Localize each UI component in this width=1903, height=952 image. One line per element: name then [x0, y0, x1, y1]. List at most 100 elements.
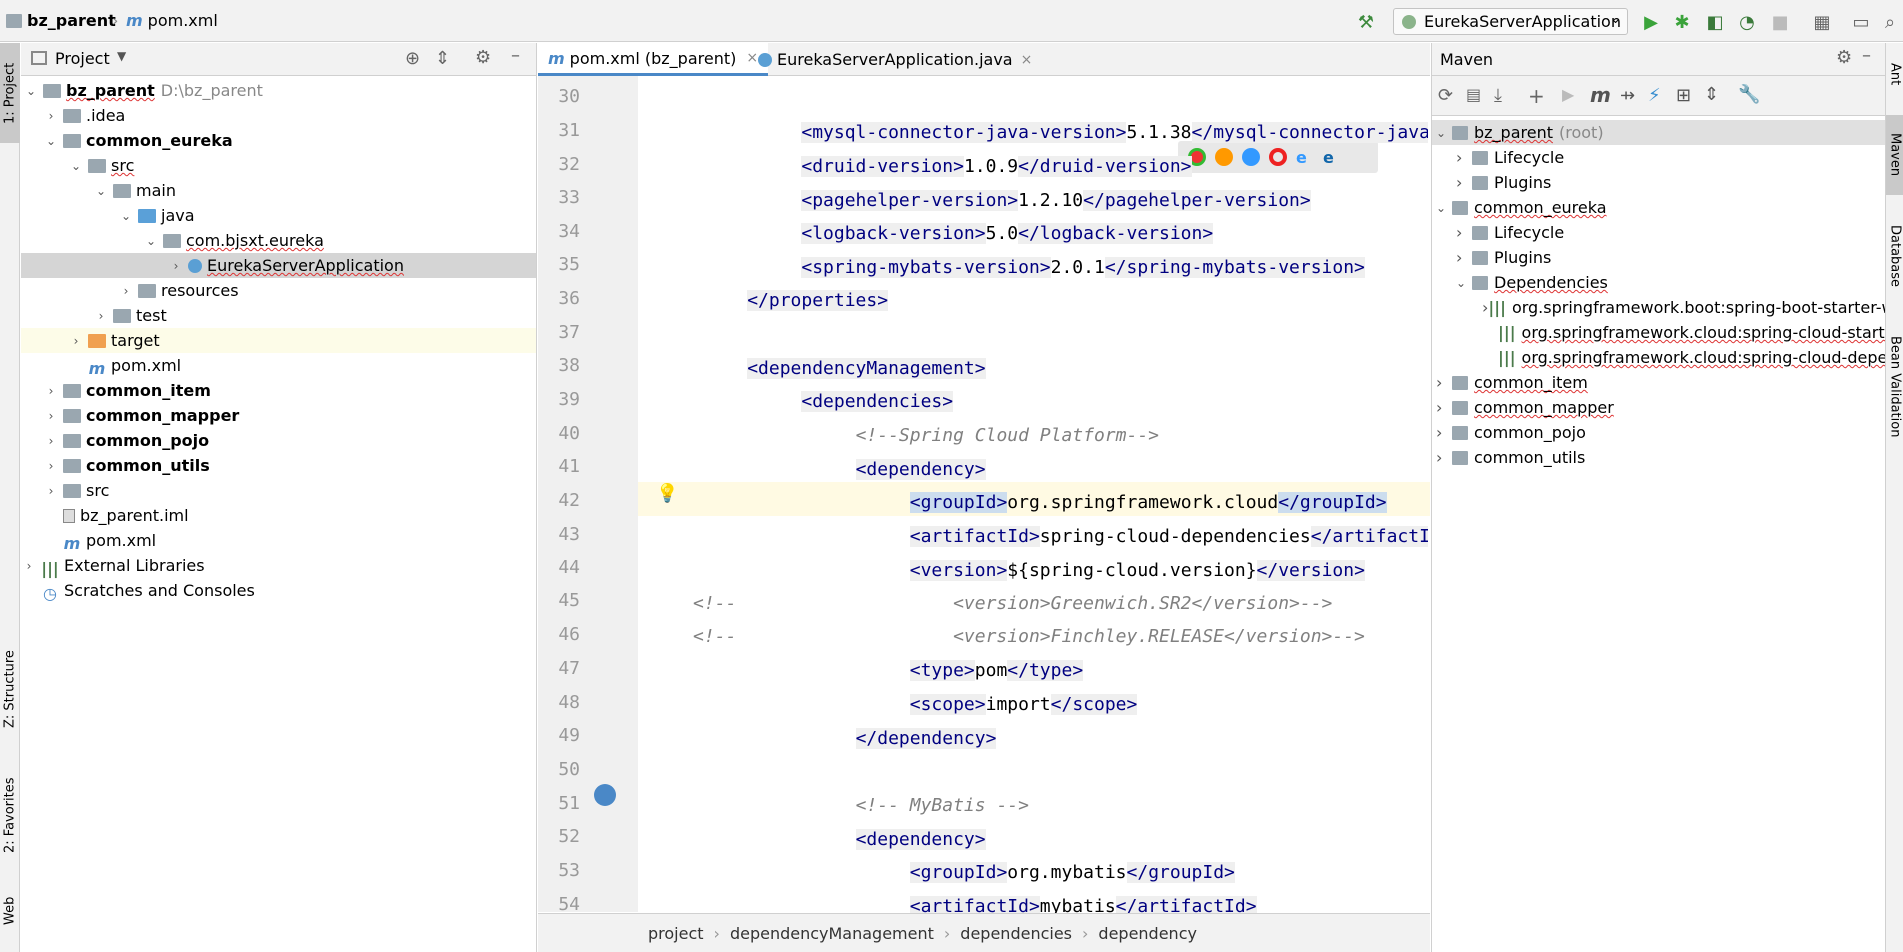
hide-icon[interactable]: – [511, 45, 520, 66]
tab-structure[interactable]: Z: Structure [0, 639, 20, 739]
gear-icon[interactable]: ⚙ [475, 47, 491, 68]
stop-icon[interactable]: ■ [1770, 12, 1790, 33]
editor-area: m pom.xml (bz_parent) × EurekaServerAppl… [538, 43, 1430, 952]
maven-item-dependency[interactable]: ||| org.springframework.cloud:spring-clou… [1432, 345, 1886, 370]
locate-icon[interactable]: ⊕ [405, 48, 420, 69]
tab-eureka-server-application[interactable]: EurekaServerApplication.java × [748, 43, 1042, 76]
chevron-down-icon: ⌄ [1610, 12, 1621, 27]
close-icon[interactable]: × [1021, 52, 1033, 68]
tree-item-scratches[interactable]: ◷ Scratches and Consoles [21, 578, 536, 603]
tree-item-common-item[interactable]: › common_item [21, 378, 536, 403]
add-icon[interactable]: + [1528, 84, 1545, 108]
project-view-title[interactable]: Project [55, 49, 110, 68]
maven-item-common-item[interactable]: › common_item [1432, 370, 1886, 395]
tree-item-common-eureka[interactable]: ⌄ common_eureka [21, 128, 536, 153]
tree-item-external-libraries[interactable]: › ||| External Libraries [21, 553, 536, 578]
tree-item-test[interactable]: › test [21, 303, 536, 328]
run-icon[interactable]: ▶ [1641, 12, 1661, 33]
maven-item-common-eureka[interactable]: ⌄ common_eureka [1432, 195, 1886, 220]
maven-item-common-mapper[interactable]: › common_mapper [1432, 395, 1886, 420]
tree-item-common-pojo[interactable]: › common_pojo [21, 428, 536, 453]
tree-item-package[interactable]: ⌄ com.bjsxt.eureka [21, 228, 536, 253]
search-icon[interactable]: ⌕ [1880, 12, 1900, 33]
tab-pom-xml[interactable]: m pom.xml (bz_parent) × [538, 43, 769, 76]
maven-item-bz-parent[interactable]: ⌄ bz_parent (root) [1432, 120, 1886, 145]
lightbulb-icon[interactable]: 💡 [656, 483, 678, 504]
navigation-bar: bz_parent › m pom.xml ⚒ EurekaServerAppl… [0, 0, 1903, 42]
chevron-down-icon[interactable]: ▼ [117, 49, 126, 63]
reimport-icon[interactable]: ⟳ [1438, 85, 1453, 106]
collapse-all-icon[interactable]: ⇕ [435, 48, 450, 69]
gear-icon[interactable]: ⚙ [1836, 47, 1852, 68]
maven-item-plugins[interactable]: › Plugins [1432, 170, 1886, 195]
maven-item-lifecycle[interactable]: › Lifecycle [1432, 145, 1886, 170]
run-configuration-select[interactable]: EurekaServerApplication ⌄ [1393, 8, 1628, 35]
line-number: 37 [558, 322, 580, 343]
tree-item-bz-parent[interactable]: ⌄ bz_parent D:\bz_parent [21, 78, 536, 103]
plugins-icon [1472, 250, 1488, 265]
tree-item-src[interactable]: ⌄ src [21, 153, 536, 178]
tab-favorites[interactable]: 2: Favorites [0, 765, 20, 865]
tab-database[interactable]: Database [1886, 211, 1903, 301]
tree-item-root-pom[interactable]: m pom.xml [21, 528, 536, 553]
chevron-right-icon: › [173, 258, 179, 273]
breadcrumb-item[interactable]: project [648, 924, 704, 943]
code-content[interactable]: <mysql-connector-java-version>5.1.38</my… [693, 119, 1428, 919]
download-icon[interactable]: ⤓ [1494, 85, 1502, 106]
show-dependencies-icon[interactable]: ⊞ [1676, 85, 1691, 106]
tab-bean-validation[interactable]: Bean Validation [1886, 317, 1903, 457]
tree-item-main[interactable]: ⌄ main [21, 178, 536, 203]
breadcrumb-item[interactable]: dependencies [960, 924, 1072, 943]
build-hammer-icon[interactable]: ⚒ [1356, 12, 1376, 33]
wrench-icon[interactable]: 🔧 [1738, 84, 1760, 105]
chevron-down-icon: ⌄ [45, 133, 57, 148]
breadcrumb-project[interactable]: bz_parent [6, 11, 116, 30]
tree-item-pom-xml[interactable]: m pom.xml [21, 353, 536, 378]
tree-item-common-mapper[interactable]: › common_mapper [21, 403, 536, 428]
tree-item-eureka-server-application[interactable]: › EurekaServerApplication [21, 253, 536, 278]
tree-item-common-utils[interactable]: › common_utils [21, 453, 536, 478]
maven-file-icon: m [548, 48, 565, 68]
line-number: 51 [558, 793, 580, 814]
generate-sources-icon[interactable]: ▤ [1466, 85, 1481, 104]
implemented-icon[interactable] [594, 784, 616, 806]
project-structure-icon[interactable]: ▦ [1812, 12, 1832, 33]
hide-icon[interactable]: – [1862, 45, 1871, 66]
maven-item-dependencies[interactable]: ⌄ Dependencies [1432, 270, 1886, 295]
debug-icon[interactable]: ✱ [1672, 12, 1692, 33]
collapse-all-icon[interactable]: ⇕ [1704, 84, 1719, 105]
profile-icon[interactable]: ◔ [1737, 12, 1757, 33]
run-icon[interactable]: ▶ [1562, 85, 1574, 104]
tree-item-iml[interactable]: bz_parent.iml [21, 503, 536, 528]
excluded-folder-icon [88, 333, 106, 348]
tab-project[interactable]: 1: Project [0, 43, 20, 143]
folder-icon [88, 158, 106, 173]
maven-item-common-pojo[interactable]: › common_pojo [1432, 420, 1886, 445]
maven-item-dependency[interactable]: ||| org.springframework.cloud:spring-clou… [1432, 320, 1886, 345]
tab-ant[interactable]: Ant [1886, 49, 1903, 99]
tree-item-target[interactable]: › target [21, 328, 536, 353]
coverage-icon[interactable]: ◧ [1705, 12, 1725, 33]
tab-maven[interactable]: Maven [1886, 115, 1903, 195]
maven-item-plugins[interactable]: › Plugins [1432, 245, 1886, 270]
tree-item-resources[interactable]: › resources [21, 278, 536, 303]
breadcrumb-item[interactable]: dependency [1098, 924, 1197, 943]
chevron-down-icon: ⌄ [1456, 275, 1467, 290]
tree-item-java[interactable]: ⌄ java [21, 203, 536, 228]
breadcrumb-item[interactable]: dependencyManagement [730, 924, 934, 943]
tree-item-idea[interactable]: › .idea [21, 103, 536, 128]
skip-tests-icon[interactable]: ⚡ [1648, 85, 1661, 106]
tree-item-root-src[interactable]: › src [21, 478, 536, 503]
chevron-right-icon: › [1456, 223, 1463, 242]
maven-item-common-utils[interactable]: › common_utils [1432, 445, 1886, 470]
execute-goal-icon[interactable]: m [1590, 83, 1611, 107]
dependencies-icon [1472, 275, 1488, 290]
maven-item-dependency[interactable]: › ||| org.springframework.boot:spring-boot… [1432, 295, 1886, 320]
tab-web[interactable]: Web [0, 881, 20, 941]
breadcrumb-file[interactable]: m pom.xml [126, 11, 218, 30]
toggle-offline-icon[interactable]: ⇸ [1620, 85, 1635, 106]
editor-breadcrumbs: project › dependencyManagement › dependenc… [538, 913, 1430, 952]
maven-item-lifecycle[interactable]: › Lifecycle [1432, 220, 1886, 245]
maven-project-icon [1452, 425, 1468, 440]
terminal-icon[interactable]: ▭ [1851, 12, 1871, 33]
